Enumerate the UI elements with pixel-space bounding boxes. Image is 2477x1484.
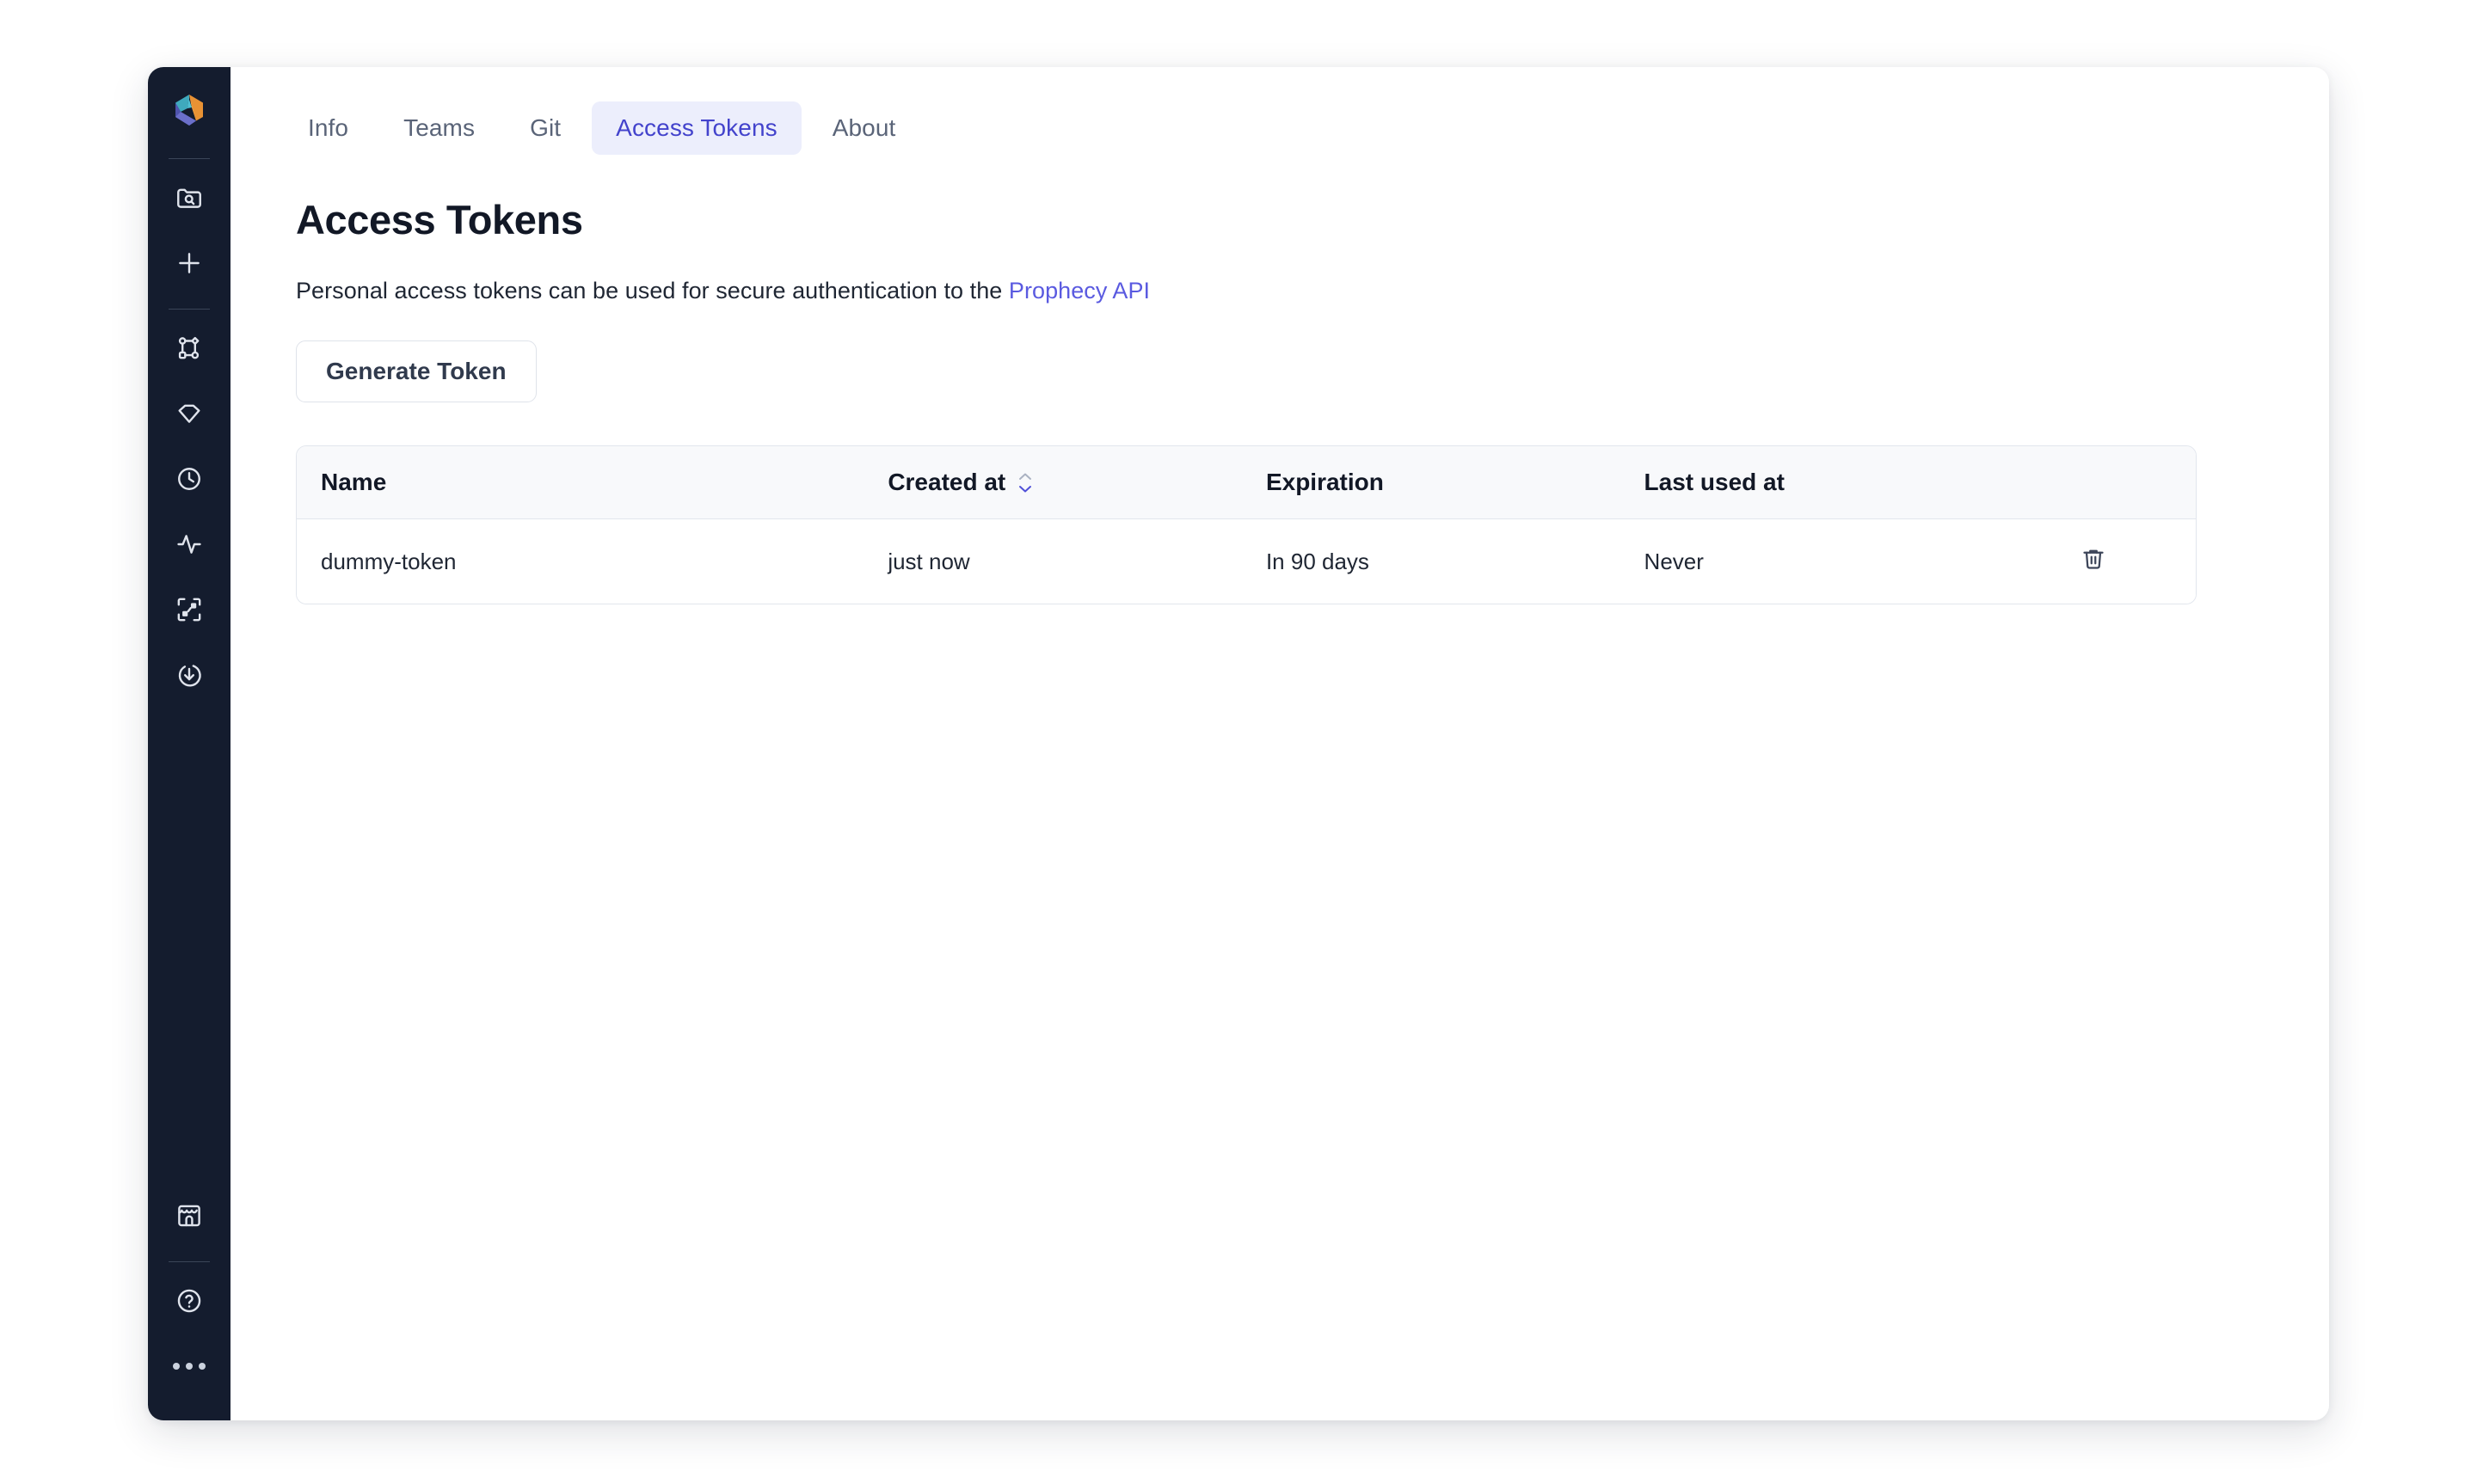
cell-last-used-at: Never [1620,519,2050,604]
sidebar-item-gems[interactable] [166,390,212,437]
main-content: Info Teams Git Access Tokens About Acces… [230,67,2329,1420]
column-header-expiration-label: Expiration [1265,469,1384,495]
table-row[interactable]: dummy-token just now In 90 days Never [297,519,2196,604]
column-header-created-at[interactable]: Created at [864,446,1242,519]
sidebar-divider-top [169,158,210,159]
cell-expiration: In 90 days [1241,519,1620,604]
sidebar-item-projects[interactable] [166,175,212,221]
page-description-text: Personal access tokens can be used for s… [296,278,1009,304]
sidebar-item-deployments[interactable] [166,652,212,698]
column-header-name-label: Name [321,469,387,495]
generate-token-button[interactable]: Generate Token [296,340,537,402]
column-header-expiration[interactable]: Expiration [1241,446,1620,519]
page-title: Access Tokens [296,197,583,242]
sidebar-item-more[interactable] [166,1343,212,1389]
sort-chevrons-icon[interactable] [1017,472,1034,494]
sidebar [148,67,230,1420]
column-header-name[interactable]: Name [297,446,864,519]
folder-search-icon [175,183,204,212]
sidebar-item-help[interactable] [166,1278,212,1324]
column-header-created-at-label: Created at [888,469,1006,495]
download-circle-icon [175,660,204,690]
column-header-last-used-at[interactable]: Last used at [1620,446,2050,519]
table-header-row: Name Created at Expiration Last used at [297,446,2196,519]
help-circle-icon [175,1286,204,1315]
trash-icon [2081,546,2106,578]
delete-token-button[interactable] [2074,542,2113,581]
tab-bar: Info Teams Git Access Tokens About [230,67,2329,155]
activity-pulse-icon [175,530,204,559]
cell-token-name: dummy-token [297,519,864,604]
plus-icon [175,248,204,278]
table-body: dummy-token just now In 90 days Never [297,519,2196,604]
sidebar-item-pipelines[interactable] [166,325,212,371]
tab-teams[interactable]: Teams [379,101,499,155]
table-header: Name Created at Expiration Last used at [297,446,2196,519]
app-window: Info Teams Git Access Tokens About Acces… [148,67,2329,1420]
sidebar-item-create[interactable] [166,240,212,286]
tab-git[interactable]: Git [506,101,585,155]
scan-nodes-icon [175,595,204,624]
page-body: Access Tokens Personal access tokens can… [230,155,2329,604]
clock-icon [175,464,204,494]
pipeline-graph-icon [175,334,204,363]
gem-icon [175,399,204,428]
page-description: Personal access tokens can be used for s… [296,278,2329,304]
cell-actions [2050,519,2196,604]
sidebar-divider-bottom [169,1261,210,1262]
cell-created-at: just now [864,519,1242,604]
sidebar-item-monitoring[interactable] [166,521,212,567]
column-header-actions [2050,446,2196,519]
sidebar-item-lineage[interactable] [166,586,212,633]
tab-about[interactable]: About [808,101,920,155]
prophecy-api-link[interactable]: Prophecy API [1009,278,1150,304]
more-dots-icon [173,1363,206,1370]
access-tokens-table: Name Created at Expiration Last used at … [296,445,2197,604]
prophecy-logo-icon[interactable] [169,89,210,131]
tab-info[interactable]: Info [284,101,372,155]
store-icon [175,1201,204,1230]
sidebar-divider-mid [169,309,210,310]
sidebar-item-scheduled[interactable] [166,456,212,502]
tab-access-tokens[interactable]: Access Tokens [592,101,802,155]
sidebar-item-marketplace[interactable] [166,1193,212,1239]
column-header-last-used-at-label: Last used at [1644,469,1785,495]
